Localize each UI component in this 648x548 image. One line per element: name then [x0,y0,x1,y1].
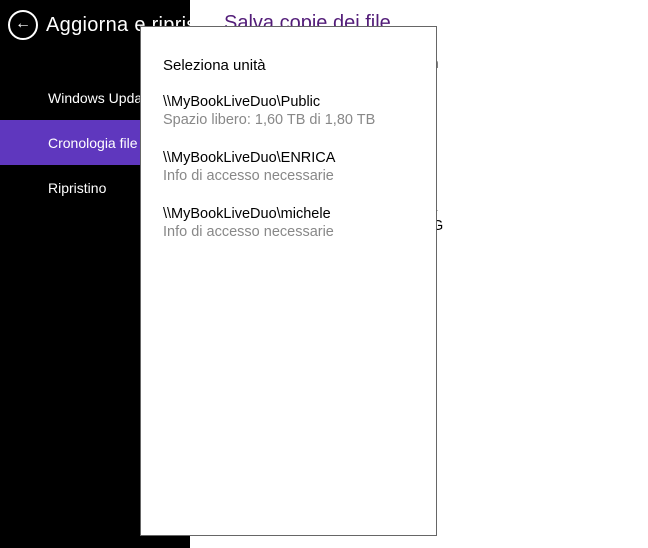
drive-option[interactable]: \\MyBookLiveDuo\ENRICA Info di accesso n… [163,150,416,184]
select-drive-flyout: Seleziona unità \\MyBookLiveDuo\Public S… [140,26,437,536]
drive-subtext: Info di accesso necessarie [163,224,416,240]
drive-path: \\MyBookLiveDuo\ENRICA [163,150,416,166]
drive-option[interactable]: \\MyBookLiveDuo\michele Info di accesso … [163,206,416,240]
drive-option[interactable]: \\MyBookLiveDuo\Public Spazio libero: 1,… [163,94,416,128]
drive-subtext: Spazio libero: 1,60 TB di 1,80 TB [163,112,416,128]
sidebar-item-label: Windows Update [48,90,154,106]
drive-subtext: Info di accesso necessarie [163,168,416,184]
sidebar-item-label: Ripristino [48,180,106,196]
flyout-title: Seleziona unità [163,57,416,74]
drive-path: \\MyBookLiveDuo\Public [163,94,416,110]
drive-path: \\MyBookLiveDuo\michele [163,206,416,222]
back-arrow-icon: ← [15,16,31,32]
back-button[interactable]: ← [8,10,38,40]
sidebar-item-label: Cronologia file [48,135,138,151]
